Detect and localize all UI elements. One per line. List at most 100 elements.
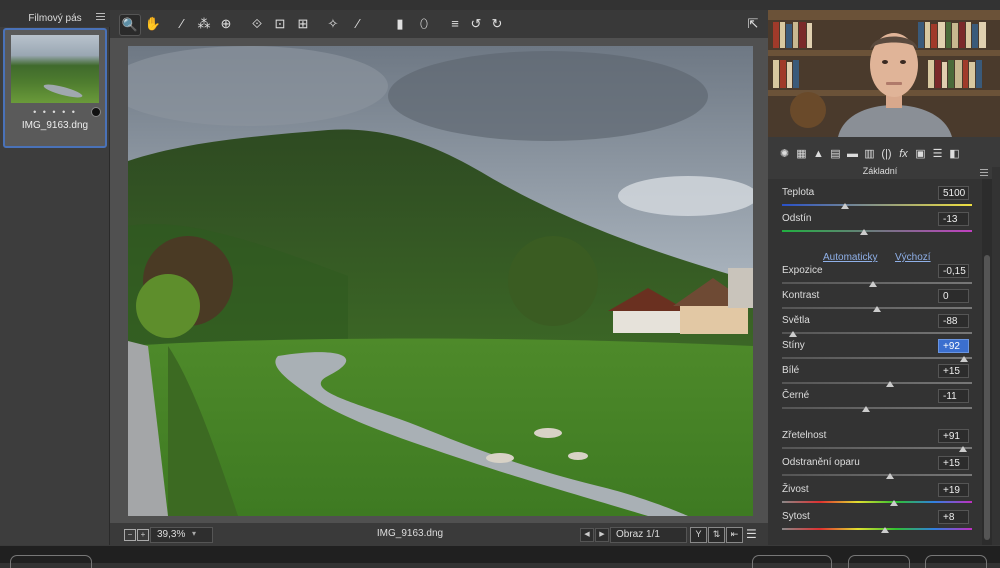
slider-track[interactable] [782,501,972,503]
footer-button-done[interactable] [925,555,987,568]
radial-filter-icon[interactable]: ⬯ [414,14,434,34]
graduated-filter-icon[interactable]: ▮ [390,14,410,34]
tab-split-toning[interactable]: ▬ [846,148,859,161]
slider-track[interactable] [782,382,972,384]
slider-thumb[interactable] [861,406,870,412]
panel-section-title: Základní [768,163,992,179]
slider-value-input[interactable]: 5100 [938,186,969,200]
slider-value-input[interactable]: +91 [938,429,969,443]
tab-effects[interactable]: (|) [880,148,893,161]
slider-label: Sytost [782,511,810,522]
rating-dots[interactable]: • • • • • [5,107,105,117]
tab-fx[interactable]: fx [897,148,910,161]
y-compare-icon[interactable]: Y [690,527,707,543]
footer-button-cancel[interactable] [848,555,910,568]
slider-track[interactable] [782,474,972,476]
default-link[interactable]: Výchozí [895,252,931,263]
slider-value-input[interactable]: +92 [938,339,969,353]
slider-value-input[interactable]: +15 [938,456,969,470]
filmstrip-thumbnail[interactable]: • • • • • IMG_9163.dng [3,28,107,148]
targeted-adjustment-icon[interactable]: ⊕ [216,14,236,34]
slider-label: Světla [782,315,810,326]
slider-track[interactable] [782,528,972,530]
filmstrip-panel: Filmový pás • • • • • IMG_9163.dng [0,10,110,545]
slider-value-input[interactable]: -13 [938,212,969,226]
scrollbar-thumb[interactable] [984,255,990,540]
next-image-button[interactable]: ▶ [595,528,609,542]
image-canvas[interactable] [110,38,768,523]
slider-track[interactable] [782,407,972,409]
white-balance-icon[interactable]: ⁄ [172,14,192,34]
slider-thumb[interactable] [873,306,881,312]
slider-label: Odstín [782,213,812,224]
panel-menu-icon[interactable] [980,169,988,178]
color-sampler-icon[interactable]: ⁂ [194,14,214,34]
slider-value-input[interactable]: +19 [938,483,969,497]
zoom-in-button[interactable]: + [137,529,149,541]
slider-value-input[interactable]: -88 [938,314,969,328]
crop-icon[interactable]: ⟐ [247,14,267,34]
slider-track[interactable] [782,230,972,232]
basic-panel: Teplota 5100 Odstín -13 Expozice -0,15 Kontras… [768,179,982,545]
slider-value-input[interactable]: 0 [938,289,969,303]
rotate-left-icon[interactable]: ↺ [466,14,486,34]
slider-thumb[interactable] [840,203,849,209]
rotate-right-icon[interactable]: ↻ [487,14,507,34]
transform-icon[interactable]: ⊞ [293,14,313,34]
slider-value-input[interactable]: +15 [938,364,969,378]
filmstrip-title: Filmový pás [0,10,110,27]
slider-label: Odstranění oparu [782,457,860,468]
filename-label: IMG_9163.dng [376,528,444,539]
slider-thumb[interactable] [880,527,889,533]
zoom-out-button[interactable]: − [124,529,136,541]
copy-settings-icon[interactable]: ⇤ [726,527,743,543]
tab-detail[interactable]: ▲ [812,148,825,161]
preferences-icon[interactable]: ≡ [445,14,465,34]
auto-link[interactable]: Automaticky [823,252,877,263]
footer-button-left[interactable] [10,555,92,568]
slider-track[interactable] [782,447,972,449]
zoom-icon[interactable]: 🔍 [119,14,141,36]
tab-presets[interactable]: ☰ [931,148,944,161]
slider-label: Černé [782,390,810,401]
tab-basic[interactable]: ✺ [778,148,791,161]
slider-thumb[interactable] [859,229,868,235]
status-bar: − + 39,3% ▾ IMG_9163.dng ◀ ▶ Obraz 1/1 Y… [110,523,768,545]
chevron-down-icon[interactable]: ▾ [192,527,204,541]
slider-label: Teplota [782,187,815,198]
slider-thumb[interactable] [789,331,798,337]
tab-camera-calibration[interactable]: ▣ [914,148,927,161]
slider-thumb[interactable] [886,381,895,387]
swap-settings-icon[interactable]: ⇅ [708,527,725,543]
tab-lens[interactable]: ▥ [863,148,876,161]
hand-icon[interactable]: ✋ [143,14,163,34]
filmstrip-menu-icon[interactable] [96,13,105,22]
previous-image-button[interactable]: ◀ [580,528,594,542]
slider-track[interactable] [782,357,972,359]
slider-track[interactable] [782,204,972,206]
slider-label: Živost [782,484,809,495]
tab-snapshots[interactable]: ◧ [948,148,961,161]
spot-removal-icon[interactable]: ⊡ [270,14,290,34]
webcam-overlay [768,10,1000,137]
slider-label: Kontrast [782,290,820,301]
slider-thumb[interactable] [886,473,895,479]
compare-settings-icon[interactable]: ☰ [746,527,761,541]
slider-thumb[interactable] [890,500,899,506]
slider-value-input[interactable]: +8 [938,510,969,524]
slider-track[interactable] [782,332,972,334]
slider-thumb[interactable] [869,281,878,287]
photo-preview[interactable] [128,46,753,516]
image-count-label: Obraz 1/1 [610,527,687,543]
fullscreen-toggle-icon[interactable]: ⇱ [743,14,763,34]
slider-value-input[interactable]: -11 [938,389,969,403]
tab-tone-curve[interactable]: ▦ [795,148,808,161]
slider-value-input[interactable]: -0,15 [938,264,969,278]
slider-thumb[interactable] [958,446,967,452]
red-eye-icon[interactable]: ✧ [323,14,343,34]
slider-thumb[interactable] [960,356,969,362]
adjustment-brush-icon[interactable]: ⁄ [348,14,368,34]
footer-button-open[interactable] [752,555,832,568]
tab-hsl[interactable]: ▤ [829,148,842,161]
tool-bar: 🔍 ✋ ⁄ ⁂ ⊕ ⟐ ⊡ ⊞ ✧ ⁄ ▮ ⬯ ≡ ↺ ↻ ⇱ [110,10,768,38]
